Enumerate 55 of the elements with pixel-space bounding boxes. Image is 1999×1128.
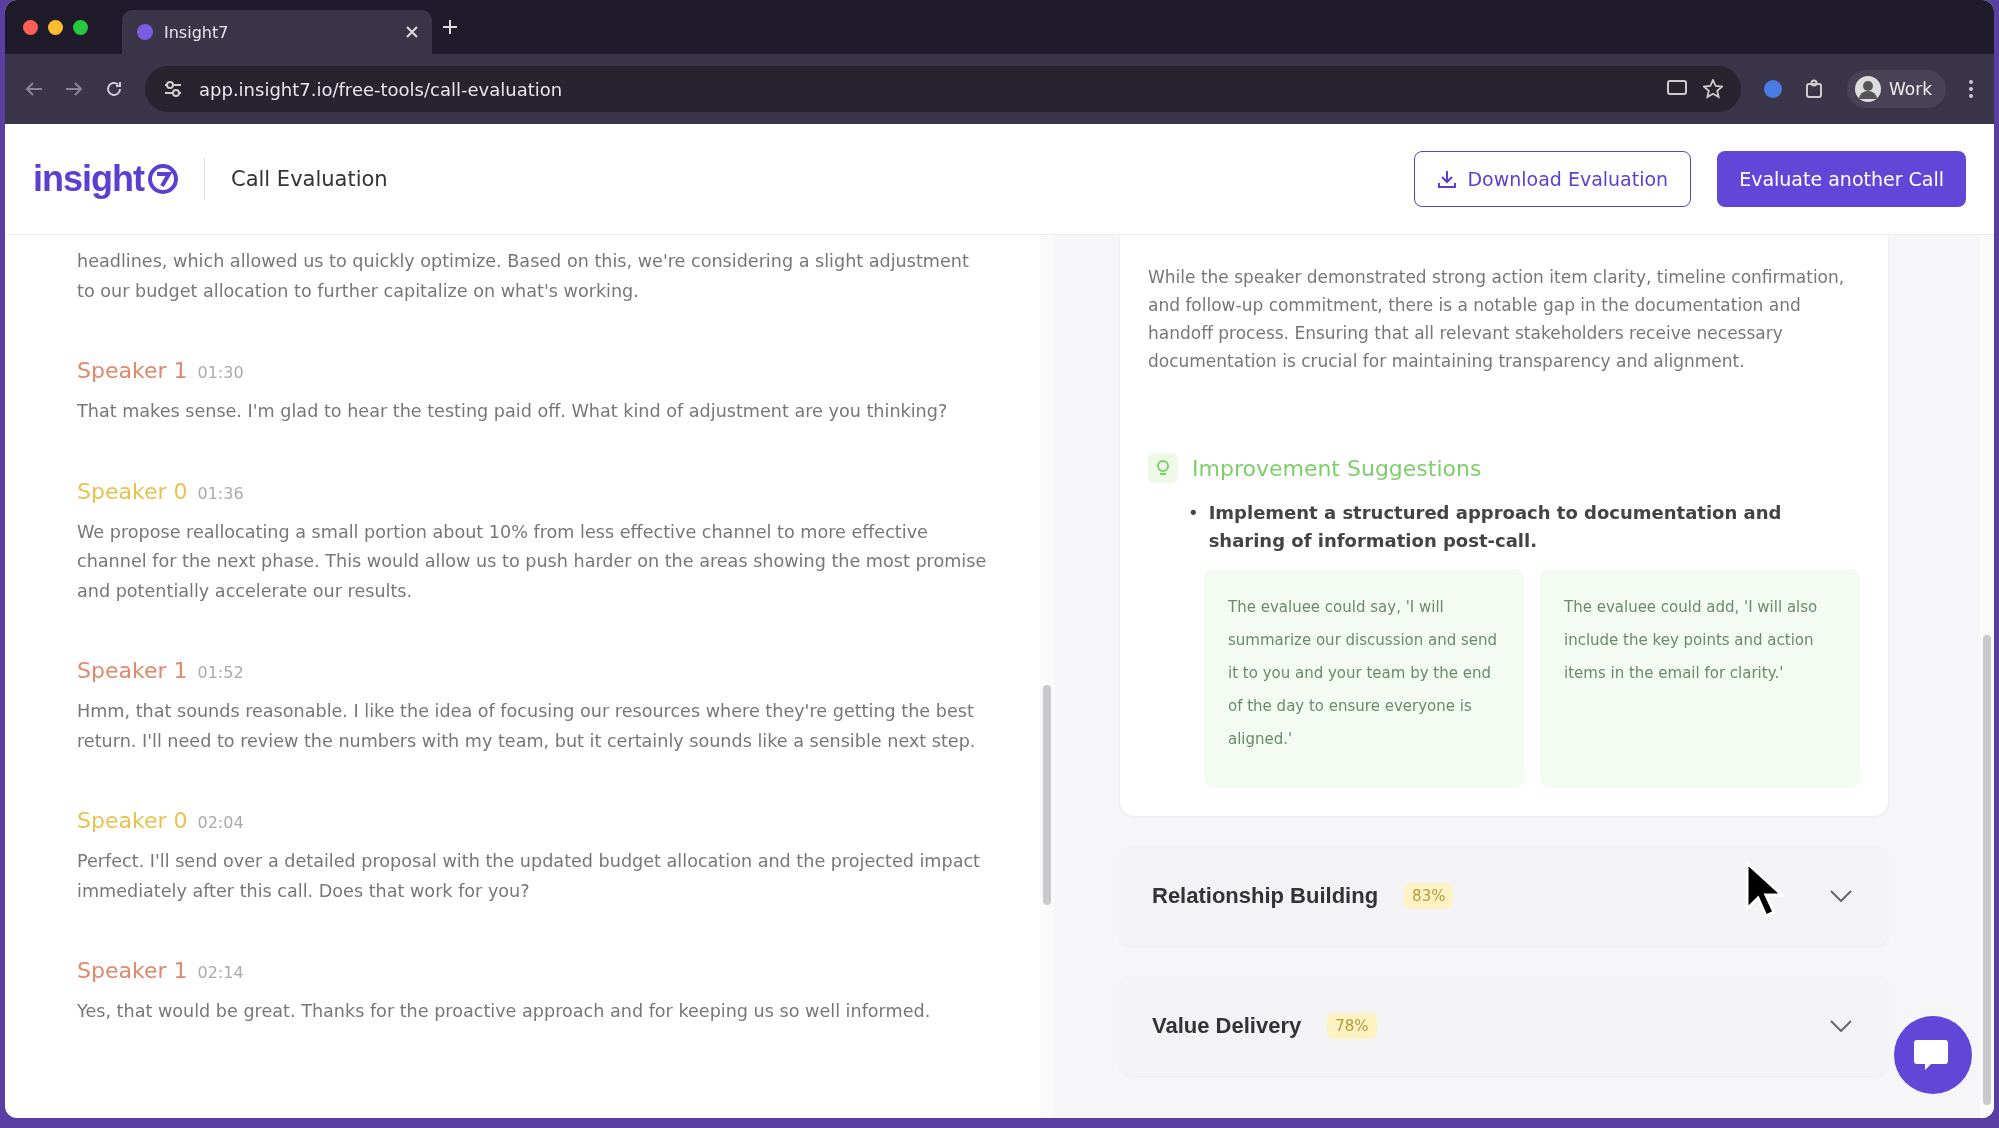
example-box: The evaluee could say, 'I will summarize our discussion and send it to you and your team by the end of the day to ensure everyone is aligned.' [1204,569,1524,788]
transcript-text: That makes sense. I'm glad to hear the testing paid off. What kind of adjustment are you thinking? [77,400,949,423]
chevron-down-icon [1830,1020,1852,1032]
bullet: • [1188,501,1199,525]
example-box: The evaluee could add, 'I will also include the key points and action items in the email for clarity.' [1540,569,1860,788]
summary-text: While the speaker demonstrated strong action item clarity, timeline confirmation, and follow-up commitment, there is a notable gap in the documentation and handoff process. Ensuring that all relevant stakeholders receive necessary documentation is crucial for maintaining transparency and alignment. [1148,266,1846,373]
back-icon[interactable] [25,81,43,97]
transcript-text: headlines, which allowed us to quickly optimize. Based on this, we're considering a slight adjustment to our budget allocation to further capitalize on what's working. [77,250,970,303]
avatar-icon [1854,76,1881,102]
category-accordion[interactable]: Relationship Building 83% [1120,846,1888,946]
category-accordion[interactable]: Value Delivery 78% [1120,976,1888,1076]
timestamp: 01:36 [197,483,244,503]
timestamp: 01:30 [197,363,244,382]
mouse-cursor-icon [1744,860,1788,920]
site-icon [136,23,154,41]
url-text[interactable]: app.insight7.io/free-tools/call-evaluation [199,78,563,100]
suggestion-item: Implement a structured approach to documentation and sharing of information post-call. [1208,501,1783,553]
transcript-text: Yes, that would be great. Thanks for the proactive approach and for keeping us so well informed. [77,1000,932,1023]
browser-tab[interactable]: Insight7 [122,10,432,54]
extension-icon[interactable] [1762,79,1783,99]
suggestions-title: Improvement Suggestions [1192,455,1482,481]
timestamp: 02:04 [197,813,244,832]
lightbulb-icon [1148,453,1178,483]
logo-text: insight [33,158,144,200]
transcript-text: Perfect. I'll send over a detailed proposal with the updated budget allocation and the projected impact immediately after this call. Does that work for you? [77,850,981,903]
download-button[interactable]: Download Evaluation [1414,151,1692,207]
timestamp: 01:52 [197,663,244,682]
speaker-name: Speaker 1 [77,658,188,683]
score-badge: 83% [1404,883,1454,909]
transcript-text: We propose reallocating a small portion about 10% from less effective channel to more effective channel for the next phase. This would allow us to push harder on the areas showing the most promise and potentially accelerate our results. [77,520,988,603]
maximize-window-icon[interactable] [73,19,88,35]
profile-button[interactable]: Work [1846,70,1946,108]
logo-icon [148,164,178,194]
timestamp: 02:14 [197,963,244,982]
page-title: Call Evaluation [231,167,389,191]
menu-icon[interactable] [1968,79,1974,99]
speaker-name: Speaker 0 [77,808,188,833]
close-window-icon[interactable] [23,19,38,35]
speaker-name: Speaker 0 [77,478,188,504]
close-tab-icon[interactable] [406,26,418,38]
bookmark-star-icon[interactable] [1702,79,1723,99]
transcript-text: Hmm, that sounds reasonable. I like the idea of focusing our resources where they're getting the best return. I'll need to review the numbers with my team, but it certainly sounds like a sensible next step. [77,700,977,753]
minimize-window-icon[interactable] [48,19,63,35]
speaker-name: Speaker 1 [77,958,188,983]
reload-icon[interactable] [105,80,123,98]
chevron-down-icon [1830,890,1852,902]
new-tab-icon[interactable] [442,19,458,35]
scrollbar-thumb[interactable] [1983,635,1991,1105]
site-settings-icon[interactable] [163,80,183,98]
evaluate-button[interactable]: Evaluate another Call [1717,151,1966,207]
score-badge: 78% [1327,1013,1377,1039]
speaker-name: Speaker 1 [77,358,188,383]
forward-icon[interactable] [65,81,83,97]
download-icon [1437,169,1458,189]
scrollbar-thumb[interactable] [1043,685,1051,905]
